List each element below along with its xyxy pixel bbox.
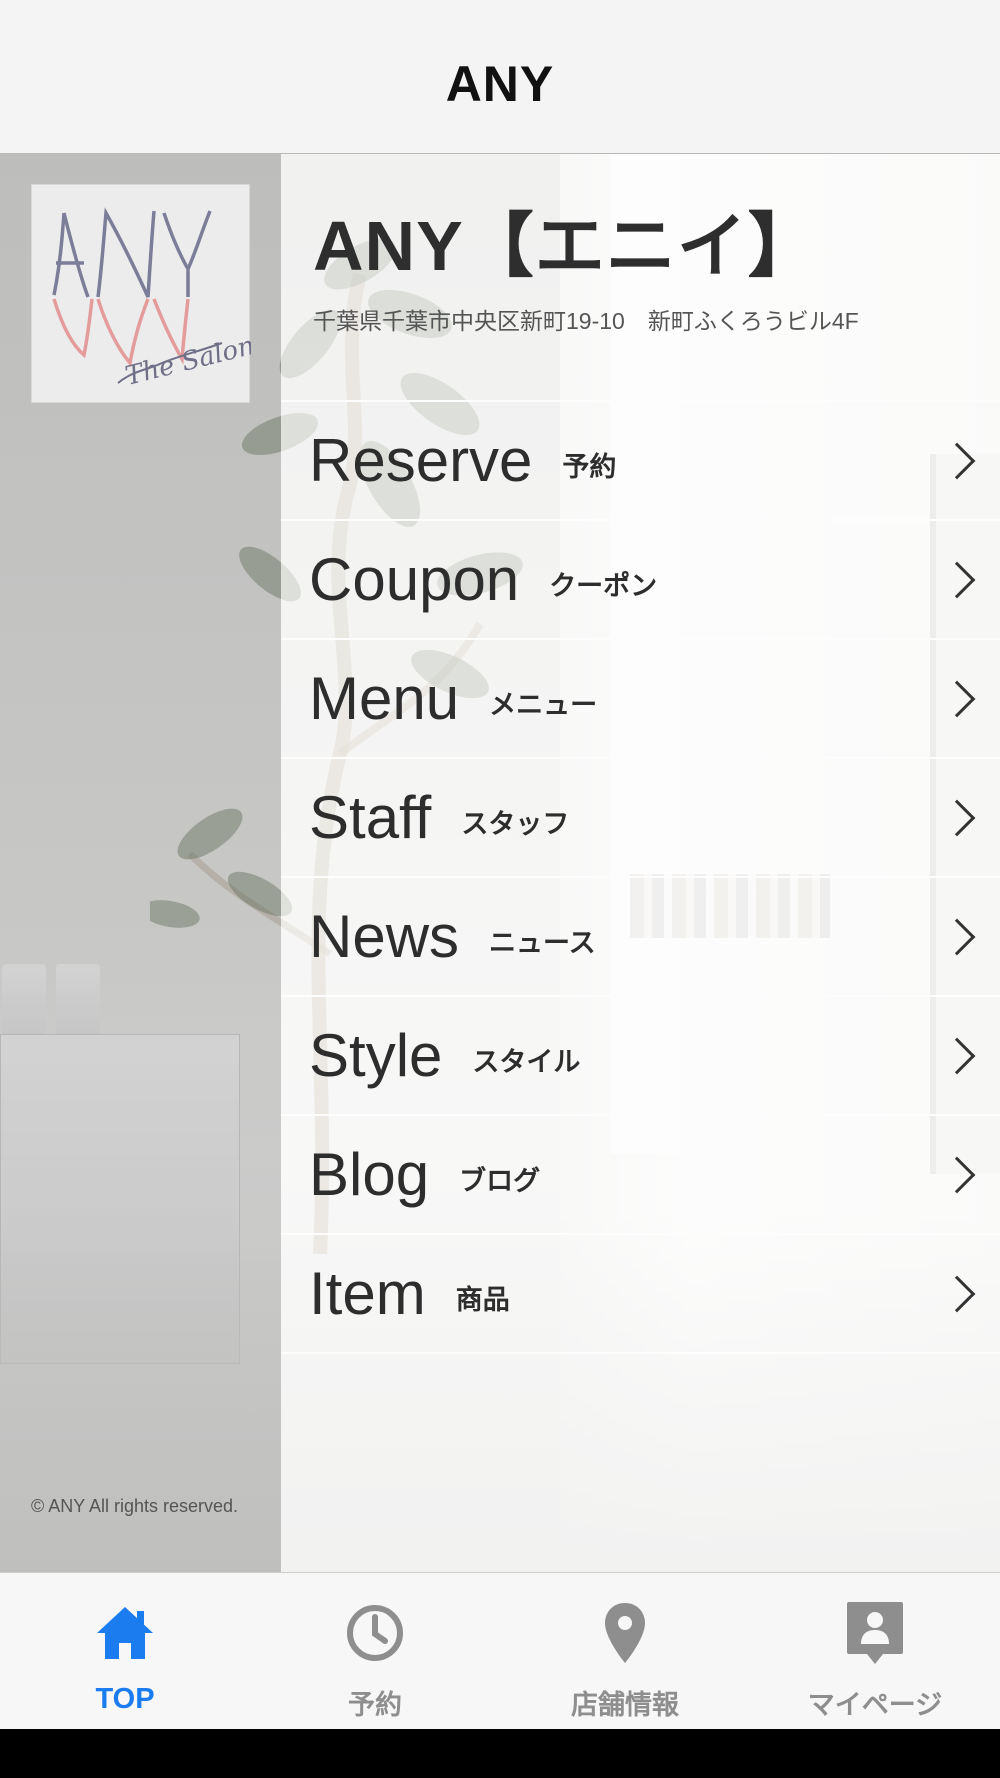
menu-item-label: Blog bbox=[309, 1141, 430, 1208]
menu-item-label: Reserve bbox=[309, 427, 533, 494]
menu-item-sublabel: スタッフ bbox=[461, 809, 570, 840]
home-icon bbox=[93, 1601, 157, 1665]
chevron-right-icon bbox=[938, 918, 976, 955]
menu-item-label: Style bbox=[309, 1022, 443, 1089]
shop-logo: The Salon bbox=[31, 184, 258, 403]
tab-store-info[interactable]: 店舗情報 bbox=[500, 1573, 750, 1729]
tab-label: TOP bbox=[95, 1683, 155, 1715]
svg-text:The Salon: The Salon bbox=[122, 331, 251, 392]
shop-address: 千葉県千葉市中央区新町19-10 新町ふくろうビル4F bbox=[313, 308, 859, 334]
tab-label: マイページ bbox=[807, 1690, 943, 1721]
copyright-text: © ANY All rights reserved. bbox=[31, 1496, 239, 1516]
chevron-right-icon bbox=[938, 680, 976, 717]
page-title: ANY bbox=[445, 55, 555, 112]
chevron-right-icon bbox=[938, 561, 976, 598]
chevron-right-icon bbox=[938, 1275, 976, 1312]
menu-item-coupon[interactable]: Coupon クーポン bbox=[281, 521, 1000, 640]
main-content[interactable]: The Salon © ANY All rights reserved. ANY… bbox=[0, 154, 1000, 1572]
logo-mark-icon: The Salon bbox=[52, 207, 258, 392]
menu-item-label: Coupon bbox=[309, 546, 520, 613]
main-menu: Reserve 予約 Coupon クーポン Menu メニュー Staff ス… bbox=[281, 400, 1000, 1354]
menu-item-item[interactable]: Item 商品 bbox=[281, 1235, 1000, 1354]
menu-item-sublabel: 予約 bbox=[562, 452, 617, 483]
menu-item-label: Staff bbox=[309, 784, 432, 851]
menu-item-blog[interactable]: Blog ブログ bbox=[281, 1116, 1000, 1235]
system-bottom-bar bbox=[0, 1729, 1000, 1778]
menu-item-sublabel: 商品 bbox=[455, 1285, 510, 1316]
map-pin-icon bbox=[593, 1601, 657, 1665]
menu-item-reserve[interactable]: Reserve 予約 bbox=[281, 402, 1000, 521]
profile-icon bbox=[843, 1601, 907, 1665]
shop-name: ANY【エニイ】 bbox=[313, 207, 819, 285]
menu-item-label: Menu bbox=[309, 665, 460, 732]
menu-item-news[interactable]: News ニュース bbox=[281, 878, 1000, 997]
chevron-right-icon bbox=[938, 442, 976, 479]
menu-item-style[interactable]: Style スタイル bbox=[281, 997, 1000, 1116]
menu-item-staff[interactable]: Staff スタッフ bbox=[281, 759, 1000, 878]
menu-item-sublabel: スタイル bbox=[472, 1047, 581, 1078]
tab-label: 予約 bbox=[348, 1690, 402, 1721]
navigation-bar: ANY bbox=[0, 0, 1000, 154]
chevron-right-icon bbox=[938, 1156, 976, 1193]
menu-item-sublabel: ブログ bbox=[459, 1166, 541, 1197]
tab-reserve[interactable]: 予約 bbox=[250, 1573, 500, 1729]
menu-item-label: News bbox=[309, 903, 460, 970]
menu-item-sublabel: メニュー bbox=[489, 690, 598, 721]
tab-top[interactable]: TOP bbox=[0, 1573, 250, 1729]
menu-item-menu[interactable]: Menu メニュー bbox=[281, 640, 1000, 759]
tab-bar: TOP 予約 店舗情報 マイページ bbox=[0, 1572, 1000, 1729]
menu-item-label: Item bbox=[309, 1260, 426, 1327]
tab-label: 店舗情報 bbox=[571, 1690, 679, 1721]
chevron-right-icon bbox=[938, 1037, 976, 1074]
clock-icon bbox=[343, 1601, 407, 1665]
chevron-right-icon bbox=[938, 799, 976, 836]
menu-item-sublabel: ニュース bbox=[489, 928, 596, 959]
tab-my-page[interactable]: マイページ bbox=[750, 1573, 1000, 1729]
menu-item-sublabel: クーポン bbox=[549, 571, 658, 602]
